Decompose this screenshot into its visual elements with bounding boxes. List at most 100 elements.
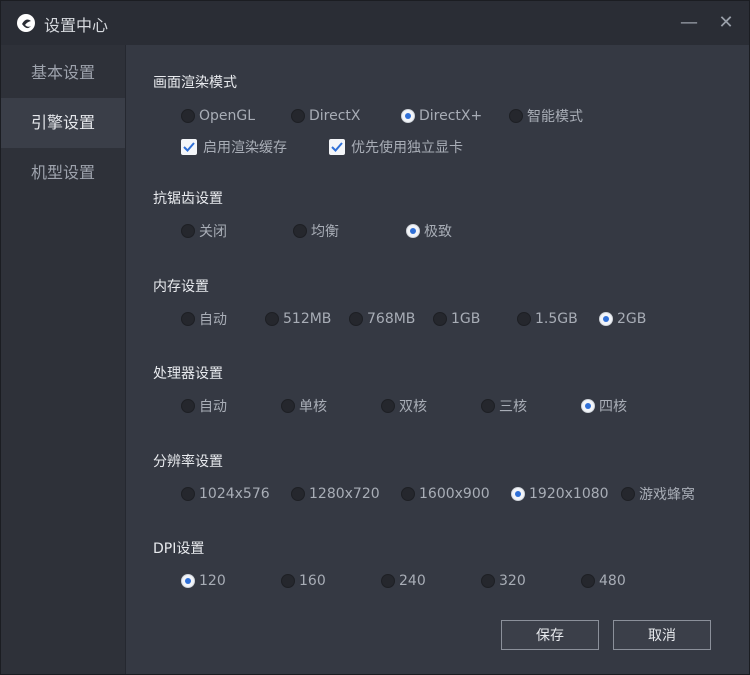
sidebar-item-basic[interactable]: 基本设置 [1,48,125,98]
radio-unselected-icon [181,109,195,123]
memory-title: 内存设置 [153,279,209,295]
radio-selected-icon [406,224,420,238]
dedicated-gpu-checkbox[interactable]: 优先使用独立显卡 [329,136,463,158]
mem-option-label: 768MB [367,311,416,327]
mem-option-label: 自动 [199,312,227,328]
render-option-label: DirectX [309,108,361,124]
radio-selected-icon [511,487,525,501]
cpu-option[interactable]: 单核 [281,395,327,417]
render-option[interactable]: DirectX+ [401,105,482,127]
radio-unselected-icon [581,574,595,588]
sidebar: 基本设置 引擎设置 机型设置 [1,45,126,674]
cpu-option[interactable]: 四核 [581,395,627,417]
sidebar-item-engine[interactable]: 引擎设置 [1,98,125,148]
res-option-label: 1280x720 [309,486,380,502]
radio-unselected-icon [349,312,363,326]
render-option-label: OpenGL [199,108,256,124]
checkbox-checked-icon [329,139,345,155]
radio-selected-icon [581,399,595,413]
dpi-option[interactable]: 480 [581,570,626,592]
dpi-option-label: 320 [499,573,526,589]
cpu-option[interactable]: 双核 [381,395,427,417]
cpu-option-label: 双核 [399,399,427,415]
radio-unselected-icon [509,109,523,123]
dpi-option[interactable]: 120 [181,570,226,592]
dpi-option[interactable]: 240 [381,570,426,592]
mem-option[interactable]: 512MB [265,308,331,330]
render-cache-label: 启用渲染缓存 [203,140,287,156]
sidebar-item-model[interactable]: 机型设置 [1,148,125,198]
cancel-button[interactable]: 取消 [613,620,711,650]
mem-option-label: 1.5GB [535,311,578,327]
res-option[interactable]: 1024x576 [181,483,270,505]
cpu-option-label: 自动 [199,399,227,415]
radio-unselected-icon [281,399,295,413]
radio-unselected-icon [281,574,295,588]
aa-option-label: 关闭 [199,224,227,240]
render-option[interactable]: OpenGL [181,105,255,127]
dpi-option-label: 120 [199,573,226,589]
mem-option[interactable]: 1.5GB [517,308,578,330]
close-icon[interactable]: ✕ [714,11,738,35]
render-option-label: 智能模式 [527,109,583,125]
radio-unselected-icon [181,399,195,413]
aa-option-label: 均衡 [311,224,339,240]
radio-unselected-icon [181,312,195,326]
resolution-title: 分辨率设置 [153,454,223,470]
res-option-label: 1920x1080 [529,486,609,502]
mem-option-label: 1GB [451,311,481,327]
checkbox-checked-icon [181,139,197,155]
mem-option[interactable]: 自动 [181,308,227,330]
radio-selected-icon [181,574,195,588]
res-option[interactable]: 游戏蜂窝 [621,483,695,505]
minimize-icon[interactable]: — [677,11,701,35]
cpu-option-label: 四核 [599,399,627,415]
cpu-title: 处理器设置 [153,366,223,382]
save-button[interactable]: 保存 [501,620,599,650]
mem-option[interactable]: 1GB [433,308,480,330]
radio-selected-icon [401,109,415,123]
cpu-option-label: 单核 [299,399,327,415]
render-cache-checkbox[interactable]: 启用渲染缓存 [181,136,287,158]
dpi-option-label: 160 [299,573,326,589]
radio-unselected-icon [181,224,195,238]
radio-unselected-icon [293,224,307,238]
radio-unselected-icon [381,399,395,413]
engine-settings-panel: 画面渲染模式 OpenGL DirectX DirectX+ 智能模式 启用渲染缓存 … [126,45,749,674]
cpu-option[interactable]: 自动 [181,395,227,417]
cpu-option-label: 三核 [499,399,527,415]
render-mode-title: 画面渲染模式 [153,75,237,91]
radio-unselected-icon [381,574,395,588]
aa-option-label: 极致 [424,224,452,240]
dpi-option[interactable]: 320 [481,570,526,592]
cpu-option[interactable]: 三核 [481,395,527,417]
aa-option[interactable]: 均衡 [293,220,339,242]
radio-unselected-icon [265,312,279,326]
res-option[interactable]: 1600x900 [401,483,490,505]
mem-option[interactable]: 768MB [349,308,415,330]
dpi-title: DPI设置 [153,541,205,557]
mem-option-label: 2GB [617,311,647,327]
aa-option[interactable]: 关闭 [181,220,227,242]
dpi-option-label: 480 [599,573,626,589]
title-bar[interactable]: 设置中心 — ✕ [1,1,749,45]
res-option-label: 游戏蜂窝 [639,487,695,503]
mem-option[interactable]: 2GB [599,308,646,330]
render-option[interactable]: DirectX [291,105,361,127]
radio-unselected-icon [401,487,415,501]
radio-unselected-icon [621,487,635,501]
settings-window: 设置中心 — ✕ 基本设置 引擎设置 机型设置 画面渲染模式 OpenGL Dir… [0,0,750,675]
radio-unselected-icon [481,574,495,588]
res-option[interactable]: 1920x1080 [511,483,609,505]
radio-selected-icon [599,312,613,326]
dpi-option-label: 240 [399,573,426,589]
radio-unselected-icon [291,109,305,123]
render-option[interactable]: 智能模式 [509,105,583,127]
radio-unselected-icon [433,312,447,326]
dedicated-gpu-label: 优先使用独立显卡 [351,140,463,156]
dpi-option[interactable]: 160 [281,570,326,592]
radio-unselected-icon [481,399,495,413]
radio-unselected-icon [181,487,195,501]
res-option[interactable]: 1280x720 [291,483,380,505]
aa-option[interactable]: 极致 [406,220,452,242]
